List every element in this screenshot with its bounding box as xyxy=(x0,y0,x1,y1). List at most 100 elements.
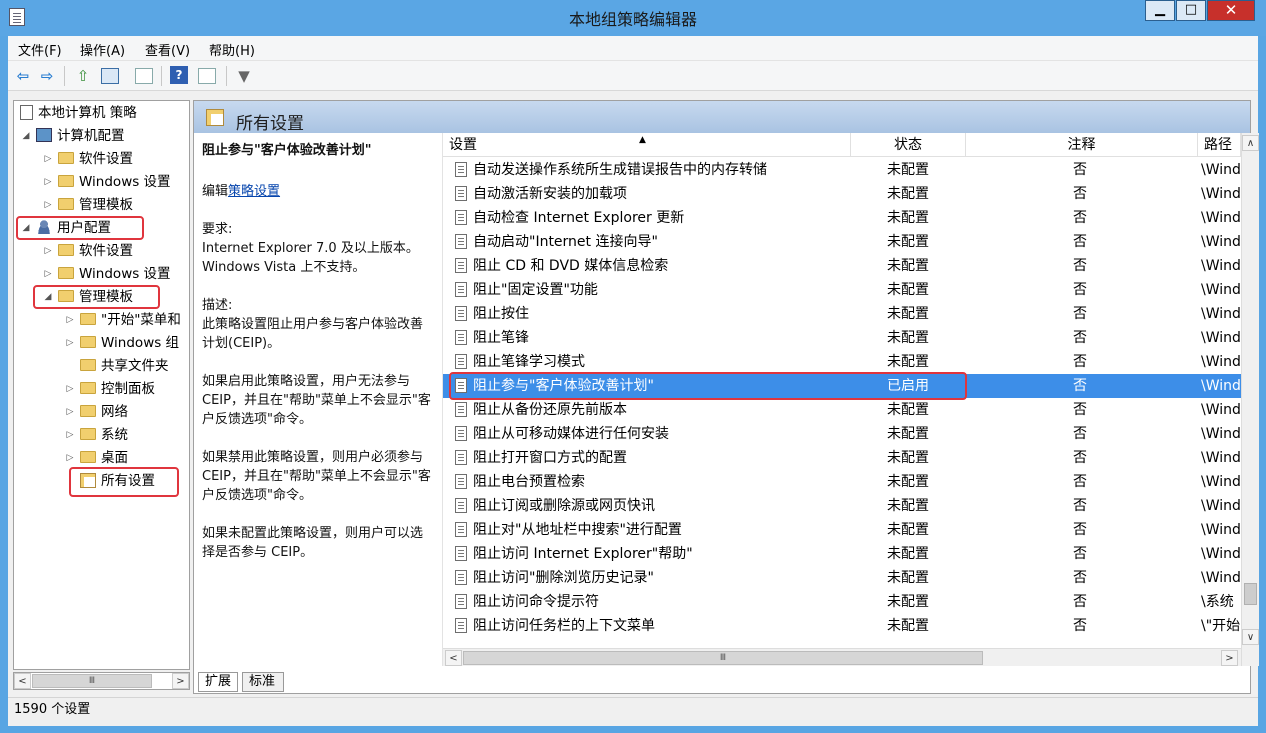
computer-icon xyxy=(36,128,52,142)
scroll-left-icon[interactable]: < xyxy=(445,650,462,666)
table-row[interactable]: 阻止打开窗口方式的配置 未配置 否 \Windows 组件 xyxy=(443,446,1241,470)
tree-item-control-panel[interactable]: ▷ 控制面板 xyxy=(64,378,155,400)
tree-item-network[interactable]: ▷ 网络 xyxy=(64,401,128,423)
table-row[interactable]: 阻止 CD 和 DVD 媒体信息检索 未配置 否 \Windows 组件 xyxy=(443,254,1241,278)
show-hide-tree-icon[interactable] xyxy=(101,68,119,84)
comment-cell: 否 xyxy=(1073,546,1087,562)
table-row[interactable]: 自动激活新安装的加载项 未配置 否 \Windows 组件 xyxy=(443,182,1241,206)
up-folder-icon[interactable]: ⇧ xyxy=(72,66,94,86)
table-row[interactable]: 阻止对"从地址栏中搜索"进行配置 未配置 否 \Windows 组件 xyxy=(443,518,1241,542)
table-row[interactable]: 阻止访问 Internet Explorer"帮助" 未配置 否 \Windows 组… xyxy=(443,542,1241,566)
policy-icon xyxy=(455,569,467,585)
state-cell: 未配置 xyxy=(887,570,929,586)
export-list-icon[interactable] xyxy=(135,68,153,84)
comment-cell: 否 xyxy=(1073,402,1087,418)
tree-item-desktop[interactable]: ▷ 桌面 xyxy=(64,447,128,469)
state-cell: 未配置 xyxy=(887,522,929,538)
table-row[interactable]: 阻止从可移动媒体进行任何安装 未配置 否 \Windows 组件 xyxy=(443,422,1241,446)
expand-right-icon[interactable]: ▷ xyxy=(42,171,54,193)
table-row[interactable]: 阻止访问"删除浏览历史记录" 未配置 否 \Windows 组件 xyxy=(443,566,1241,590)
table-row[interactable]: 阻止按住 未配置 否 \Windows 组件 xyxy=(443,302,1241,326)
table-row[interactable]: 阻止访问任务栏的上下文菜单 未配置 否 \"开始"菜单和任务栏 xyxy=(443,614,1241,638)
table-row[interactable]: 自动发送操作系统所生成错误报告中的内存转储 未配置 否 \Windows 组件 xyxy=(443,158,1241,182)
tab-extended[interactable]: 扩展 xyxy=(198,672,238,692)
table-row[interactable]: 阻止"固定设置"功能 未配置 否 \Windows 组件 xyxy=(443,278,1241,302)
tree-item-user-windows[interactable]: ▷ Windows 设置 xyxy=(42,263,171,285)
description-text: 此策略设置阻止用户参与客户体验改善计划(CEIP)。 xyxy=(202,317,424,351)
filter-icon[interactable]: ▼ xyxy=(233,66,255,86)
expand-right-icon[interactable]: ▷ xyxy=(64,401,76,423)
expand-right-icon[interactable]: ▷ xyxy=(64,424,76,446)
help-icon[interactable]: ? xyxy=(170,66,188,84)
title-bar: 本地组策略编辑器 ▁ □ ✕ xyxy=(0,0,1266,36)
state-cell: 未配置 xyxy=(887,474,929,490)
expand-right-icon[interactable]: ▷ xyxy=(64,309,76,331)
table-row[interactable]: 自动启动"Internet 连接向导" 未配置 否 \Windows 组件 xyxy=(443,230,1241,254)
tree-item-start-menu[interactable]: ▷ "开始"菜单和 xyxy=(64,309,181,331)
table-row[interactable]: 阻止从备份还原先前版本 未配置 否 \Windows 组件 xyxy=(443,398,1241,422)
forward-arrow-icon[interactable]: ⇨ xyxy=(36,66,58,86)
setting-name-cell: 阻止访问任务栏的上下文菜单 xyxy=(455,614,850,638)
state-cell: 未配置 xyxy=(887,354,929,370)
back-arrow-icon[interactable]: ⇦ xyxy=(12,66,34,86)
list-horizontal-scrollbar[interactable]: < Ⅲ > xyxy=(443,648,1241,666)
comment-cell: 否 xyxy=(1073,594,1087,610)
tree-item-shared-folders[interactable]: 共享文件夹 xyxy=(64,355,169,377)
menu-action[interactable]: 操作(A) xyxy=(80,40,125,59)
pane-title: 所有设置 xyxy=(236,114,304,134)
status-bar: 1590 个设置 xyxy=(8,697,1258,722)
tree-item-admin-templates[interactable]: ▷ 管理模板 xyxy=(42,194,133,216)
expand-right-icon[interactable]: ▷ xyxy=(64,332,76,354)
comment-cell: 否 xyxy=(1073,234,1087,250)
policy-icon xyxy=(455,473,467,489)
table-row[interactable]: 阻止订阅或删除源或网页快讯 未配置 否 \Windows 组件 xyxy=(443,494,1241,518)
table-row[interactable]: 阻止笔锋 未配置 否 \Windows 组件 xyxy=(443,326,1241,350)
highlight-box-admin-templates xyxy=(33,285,160,309)
expand-right-icon[interactable]: ▷ xyxy=(42,148,54,170)
scroll-down-icon[interactable]: ∨ xyxy=(1242,629,1259,645)
column-header-state[interactable]: 状态 xyxy=(851,133,966,157)
table-row[interactable]: 阻止电台预置检索 未配置 否 \Windows 组件 xyxy=(443,470,1241,494)
table-row[interactable]: 阻止访问命令提示符 未配置 否 \系统 xyxy=(443,590,1241,614)
tree-item-local-policy[interactable]: 本地计算机 策略 xyxy=(16,102,137,124)
tab-standard[interactable]: 标准 xyxy=(242,672,284,692)
expand-right-icon[interactable]: ▷ xyxy=(64,378,76,400)
close-button[interactable]: ✕ xyxy=(1207,0,1255,21)
expand-right-icon[interactable]: ▷ xyxy=(42,263,54,285)
scroll-up-icon[interactable]: ∧ xyxy=(1242,135,1259,151)
tree-item-user-software[interactable]: ▷ 软件设置 xyxy=(42,240,133,262)
tree-horizontal-scrollbar[interactable]: < Ⅲ > xyxy=(13,672,190,690)
state-cell: 未配置 xyxy=(887,618,929,634)
scroll-thumb[interactable]: Ⅲ xyxy=(32,674,152,688)
list-vertical-scrollbar[interactable]: ∧ ∨ xyxy=(1241,133,1259,666)
scroll-thumb[interactable] xyxy=(1244,583,1257,605)
table-row[interactable]: 阻止笔锋学习模式 未配置 否 \Windows 组件 xyxy=(443,350,1241,374)
tree-item-software[interactable]: ▷ 软件设置 xyxy=(42,148,133,170)
menu-file[interactable]: 文件(F) xyxy=(18,40,62,59)
scroll-right-icon[interactable]: > xyxy=(172,673,189,689)
menu-view[interactable]: 查看(V) xyxy=(145,40,190,59)
tree-item-windows-settings[interactable]: ▷ Windows 设置 xyxy=(42,171,171,193)
state-cell: 未配置 xyxy=(887,498,929,514)
tree-item-system[interactable]: ▷ 系统 xyxy=(64,424,128,446)
properties-icon[interactable] xyxy=(198,68,216,84)
minimize-button[interactable]: ▁ xyxy=(1145,0,1175,21)
scroll-left-icon[interactable]: < xyxy=(14,673,31,689)
scroll-thumb[interactable]: Ⅲ xyxy=(463,651,983,665)
scroll-right-icon[interactable]: > xyxy=(1221,650,1238,666)
column-header-setting[interactable]: 设置 ▲ xyxy=(443,133,851,157)
expand-right-icon[interactable]: ▷ xyxy=(42,194,54,216)
expand-right-icon[interactable]: ▷ xyxy=(64,447,76,469)
column-header-path[interactable]: 路径 xyxy=(1198,133,1241,157)
tree-item-computer-config[interactable]: ◢ 计算机配置 xyxy=(20,125,125,147)
table-row[interactable]: 自动检查 Internet Explorer 更新 未配置 否 \Windows 组件 xyxy=(443,206,1241,230)
requirements-label: 要求: xyxy=(202,222,233,237)
policy-settings-link[interactable]: 策略设置 xyxy=(228,184,280,199)
tree-item-windows-components[interactable]: ▷ Windows 组 xyxy=(64,332,180,354)
expand-down-icon[interactable]: ◢ xyxy=(20,125,32,147)
comment-cell: 否 xyxy=(1073,474,1087,490)
maximize-button[interactable]: □ xyxy=(1176,0,1206,21)
column-header-comment[interactable]: 注释 xyxy=(966,133,1198,157)
expand-right-icon[interactable]: ▷ xyxy=(42,240,54,262)
menu-help[interactable]: 帮助(H) xyxy=(209,40,255,59)
